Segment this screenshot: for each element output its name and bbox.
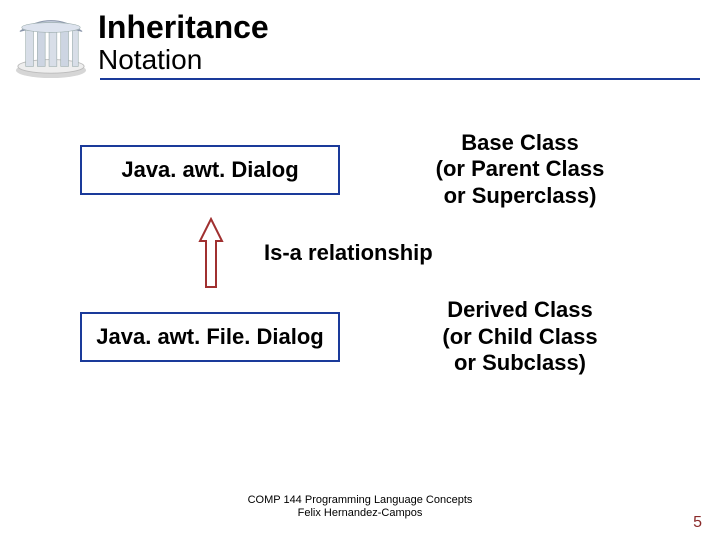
derived-class-description: Derived Class (or Child Class or Subclas…: [370, 297, 670, 376]
relationship-row: Is-a relationship: [0, 209, 720, 297]
slide-title: Inheritance: [98, 10, 269, 45]
derived-class-box: Java. awt. File. Dialog: [80, 312, 340, 362]
base-class-row: Java. awt. Dialog Base Class (or Parent …: [0, 130, 720, 209]
derived-desc-line1: Derived Class: [447, 297, 593, 322]
derived-desc-line3: or Subclass): [454, 350, 586, 375]
base-class-description: Base Class (or Parent Class or Superclas…: [370, 130, 670, 209]
page-number: 5: [693, 514, 702, 532]
diagram-content: Java. awt. Dialog Base Class (or Parent …: [0, 130, 720, 376]
derived-desc-line2: (or Child Class: [442, 324, 597, 349]
well-logo-icon: [12, 8, 90, 80]
slide-footer: COMP 144 Programming Language Concepts F…: [0, 494, 720, 520]
slide-header: Inheritance Notation: [0, 0, 720, 80]
base-desc-line1: Base Class: [461, 130, 578, 155]
base-desc-line3: or Superclass): [444, 183, 597, 208]
header-divider: [100, 78, 700, 80]
slide-subtitle: Notation: [98, 45, 269, 76]
inheritance-arrow-icon: [198, 217, 224, 289]
derived-class-row: Java. awt. File. Dialog Derived Class (o…: [0, 297, 720, 376]
base-desc-line2: (or Parent Class: [436, 156, 605, 181]
footer-line2: Felix Hernandez-Campos: [298, 507, 423, 519]
footer-line1: COMP 144 Programming Language Concepts: [248, 494, 473, 506]
base-class-box: Java. awt. Dialog: [80, 145, 340, 195]
relationship-label: Is-a relationship: [264, 240, 433, 266]
